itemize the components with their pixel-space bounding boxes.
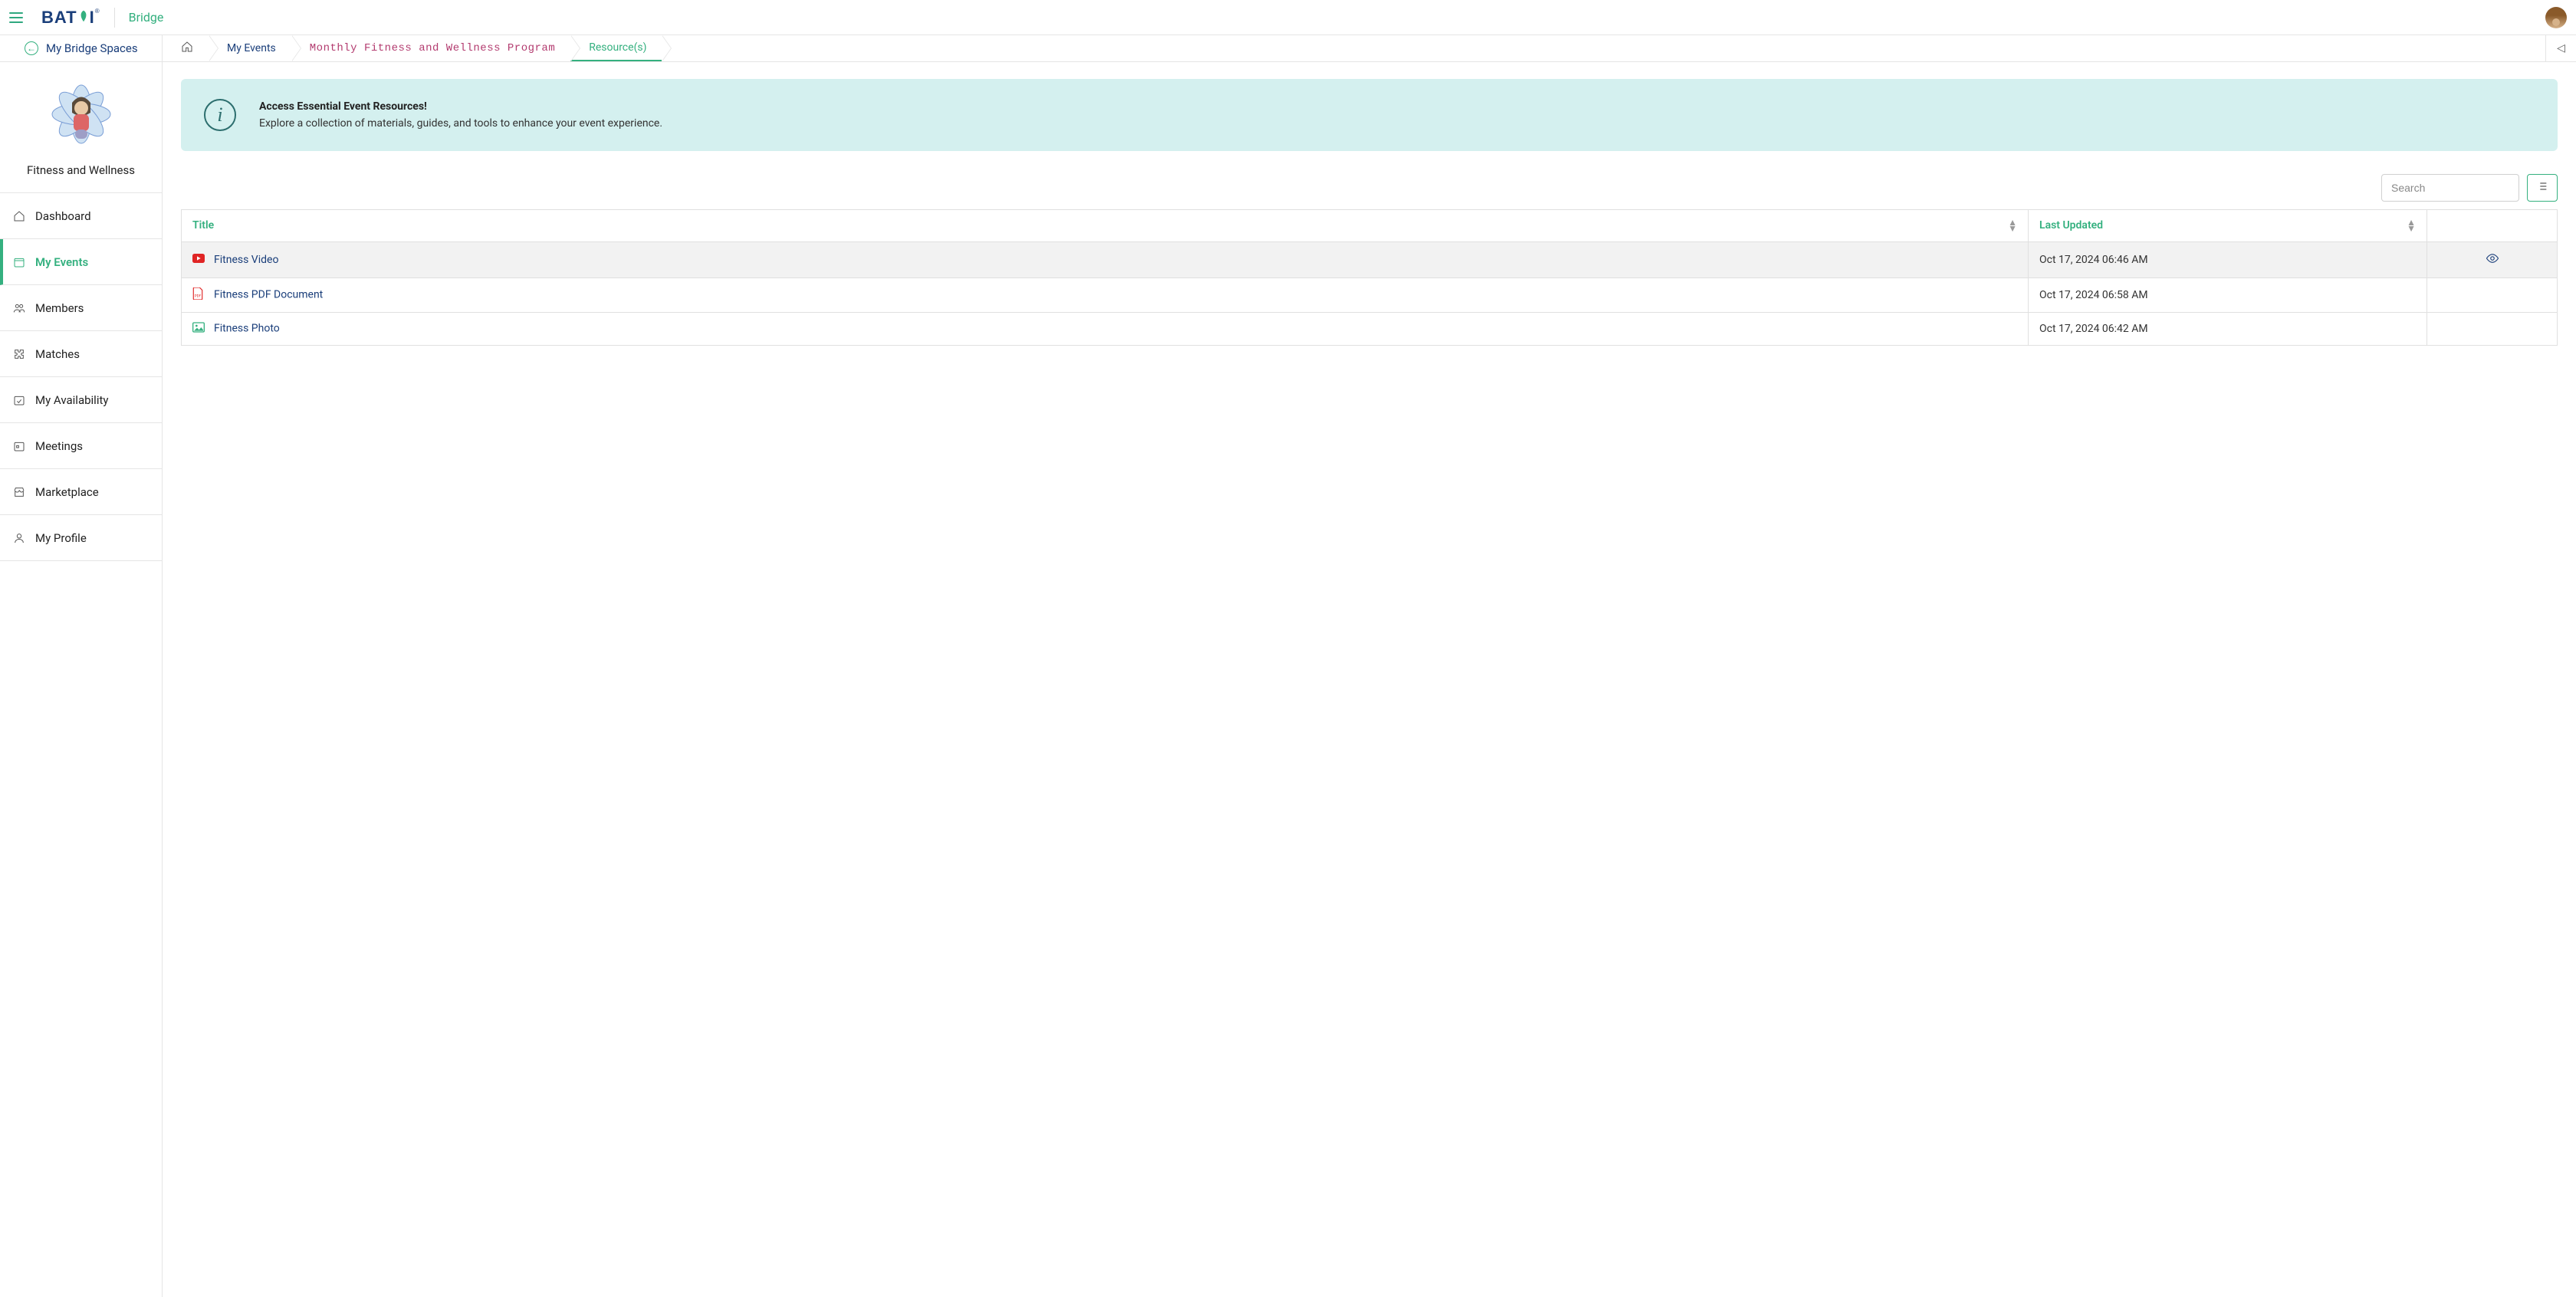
resources-table: Title ▲▼ Last Updated ▲▼ Fitness Video Oc… <box>181 209 2558 346</box>
pdf-icon: PDF <box>192 287 206 303</box>
video-icon <box>192 254 206 266</box>
leaf-icon <box>77 8 90 28</box>
sort-icon: ▲▼ <box>2008 219 2017 232</box>
sidebar-item-matches[interactable]: Matches <box>0 331 162 377</box>
resource-title-link[interactable]: Fitness PDF Document <box>214 288 323 300</box>
cell-actions <box>2427 277 2558 312</box>
cell-actions <box>2427 241 2558 277</box>
column-header-last-updated[interactable]: Last Updated ▲▼ <box>2029 210 2427 242</box>
calendar-day-icon <box>11 440 28 452</box>
breadcrumb-home[interactable] <box>163 35 209 61</box>
cell-last-updated: Oct 17, 2024 06:46 AM <box>2029 241 2427 277</box>
breadcrumb-label: Resource(s) <box>589 41 646 54</box>
breadcrumb-resources[interactable]: Resource(s) <box>570 35 662 61</box>
view-button[interactable] <box>2486 256 2499 268</box>
sidebar-item-my-events[interactable]: My Events <box>0 239 162 285</box>
notice-body: Explore a collection of materials, guide… <box>259 117 662 130</box>
breadcrumb-program[interactable]: Monthly Fitness and Wellness Program <box>291 35 570 61</box>
space-avatar <box>43 76 120 153</box>
sort-icon: ▲▼ <box>2407 219 2416 232</box>
sidebar-item-label: My Availability <box>35 393 108 407</box>
home-icon <box>11 210 28 222</box>
sidebar-item-marketplace[interactable]: Marketplace <box>0 469 162 515</box>
cell-actions <box>2427 312 2558 345</box>
product-name[interactable]: Bridge <box>129 10 164 25</box>
sidebar-item-members[interactable]: Members <box>0 285 162 331</box>
sidebar-item-label: Dashboard <box>35 209 91 223</box>
separator <box>114 8 115 28</box>
sidebar-item-label: Meetings <box>35 439 83 453</box>
list-icon <box>2536 180 2548 195</box>
trademark: ® <box>95 8 100 15</box>
topbar: BAT I ® Bridge <box>0 0 2576 35</box>
sidebar-item-label: My Profile <box>35 531 87 545</box>
table-toolbar <box>181 174 2558 202</box>
resource-title-link[interactable]: Fitness Photo <box>214 322 280 334</box>
search-input[interactable] <box>2381 174 2519 202</box>
chevron-left-icon: ◁ <box>2557 42 2565 54</box>
table-row[interactable]: Fitness Photo Oct 17, 2024 06:42 AM <box>182 312 2558 345</box>
table-row[interactable]: Fitness Video Oct 17, 2024 06:46 AM <box>182 241 2558 277</box>
sidebar-item-label: My Events <box>35 255 88 269</box>
breadcrumb-bar: ← My Bridge Spaces My Events Monthly Fit… <box>0 35 2576 62</box>
column-label: Title <box>192 219 214 231</box>
user-icon <box>11 532 28 544</box>
sidebar-item-my-profile[interactable]: My Profile <box>0 515 162 561</box>
sidebar-item-label: Matches <box>35 347 80 361</box>
sidebar-item-availability[interactable]: My Availability <box>0 377 162 423</box>
sidebar: Fitness and Wellness Dashboard My Events… <box>0 62 163 1297</box>
sidebar-item-label: Marketplace <box>35 485 99 499</box>
column-header-title[interactable]: Title ▲▼ <box>182 210 2029 242</box>
calendar-icon <box>11 256 28 268</box>
calendar-check-icon <box>11 394 28 406</box>
main-content: i Access Essential Event Resources! Expl… <box>163 62 2576 1297</box>
breadcrumb-label: My Events <box>227 42 276 54</box>
store-icon <box>11 486 28 498</box>
notice-title: Access Essential Event Resources! <box>259 100 662 113</box>
logo[interactable]: BAT I ® <box>41 8 100 28</box>
info-icon: i <box>204 99 236 131</box>
hamburger-menu-button[interactable] <box>9 8 28 27</box>
space-header: Fitness and Wellness <box>0 62 162 193</box>
eye-icon <box>2486 256 2499 268</box>
breadcrumb-label: Monthly Fitness and Wellness Program <box>310 42 555 54</box>
column-label: Last Updated <box>2039 219 2103 231</box>
image-icon <box>192 322 206 336</box>
home-icon <box>181 41 193 56</box>
view-options-button[interactable] <box>2527 174 2558 202</box>
back-to-spaces-link[interactable]: ← My Bridge Spaces <box>0 35 163 61</box>
sidebar-item-label: Members <box>35 301 84 315</box>
sidebar-item-meetings[interactable]: Meetings <box>0 423 162 469</box>
collapse-sidebar-button[interactable]: ◁ <box>2545 35 2576 61</box>
breadcrumb-my-events[interactable]: My Events <box>209 35 291 61</box>
back-arrow-icon: ← <box>25 41 38 55</box>
user-avatar[interactable] <box>2545 7 2567 28</box>
back-label: My Bridge Spaces <box>46 41 138 55</box>
column-header-actions <box>2427 210 2558 242</box>
resource-title-link[interactable]: Fitness Video <box>214 254 278 266</box>
table-row[interactable]: PDF Fitness PDF Document Oct 17, 2024 06:5… <box>182 277 2558 312</box>
svg-text:PDF: PDF <box>195 294 202 298</box>
logo-text: BAT <box>41 8 77 28</box>
users-icon <box>11 302 28 314</box>
breadcrumb: My Events Monthly Fitness and Wellness P… <box>163 35 2545 61</box>
sidebar-item-dashboard[interactable]: Dashboard <box>0 193 162 239</box>
puzzle-icon <box>11 348 28 360</box>
logo-text-2: I <box>90 8 95 28</box>
space-name: Fitness and Wellness <box>27 163 135 177</box>
cell-last-updated: Oct 17, 2024 06:58 AM <box>2029 277 2427 312</box>
info-notice: i Access Essential Event Resources! Expl… <box>181 79 2558 151</box>
cell-last-updated: Oct 17, 2024 06:42 AM <box>2029 312 2427 345</box>
